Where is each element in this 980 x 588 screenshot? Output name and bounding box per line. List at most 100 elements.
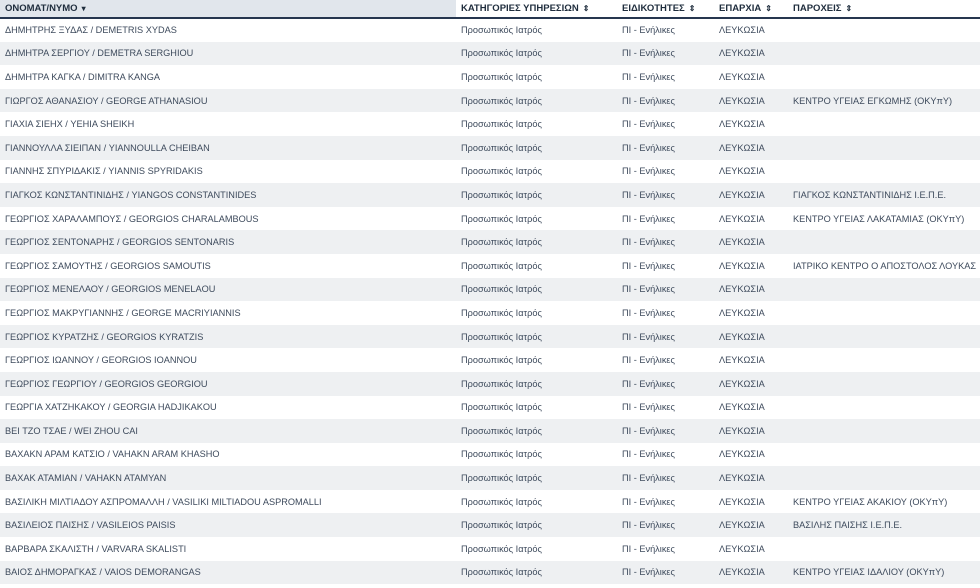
table-row[interactable]: ΒΑΡΒΑΡΑ ΣΚΑΛΙΣΤΗ / VARVARA SKALISTI Προσω… (0, 537, 980, 561)
specialty-cell: ΠΙ - Ενήλικες (622, 48, 675, 59)
district-cell: ΛΕΥΚΩΣΙΑ (719, 142, 765, 153)
service-category-cell: Προσωπικός Ιατρός (461, 142, 542, 153)
column-header-providers[interactable]: ΠΑΡΟΧΕΙΣ ⇕ (788, 0, 980, 19)
doctor-name-cell[interactable]: ΓΙΑΝΝΟΥΛΛΑ ΣΙΕΙΠΑΝ / YIANNOULLA CHEIBAN (0, 136, 456, 160)
district-cell: ΛΕΥΚΩΣΙΑ (719, 449, 765, 460)
doctor-name-cell[interactable]: ΓΕΩΡΓΙΟΣ ΓΕΩΡΓΙΟΥ / GEORGIOS GEORGIOU (0, 372, 456, 396)
table-row[interactable]: ΓΕΩΡΓΙΑ ΧΑΤΖΗΚΑΚΟΥ / GEORGIA HADJIKAKOU Π… (0, 395, 980, 420)
specialty-cell: ΠΙ - Ενήλικες (622, 237, 675, 248)
table-row[interactable]: ΓΕΩΡΓΙΟΣ ΜΑΚΡΥΓΙΑΝΝΗΣ / GEORGE MACRIYIAN… (0, 301, 980, 325)
doctor-name-cell[interactable]: ΒΑΙΟΣ ΔΗΜΟΡΑΓΚΑΣ / VAIOS DEMORANGAS (0, 561, 456, 585)
provider-cell: ΚΕΝΤΡΟ ΥΓΕΙΑΣ ΕΓΚΩΜΗΣ (ΟΚΥπΥ) (793, 95, 953, 106)
table-row[interactable]: ΒΑΧΑΚΝ ΑΡΑΜ ΚΑΤΣΙΟ / VAHAKN ARAM KHASHO Π… (0, 442, 980, 467)
provider-cell (788, 443, 980, 467)
doctor-name-cell[interactable]: ΓΕΩΡΓΙΟΣ ΧΑΡΑΛΑΜΠΟΥΣ / GEORGIOS CHARALAM… (0, 207, 456, 231)
column-header-district[interactable]: ΕΠΑΡΧΙΑ ⇕ (714, 0, 788, 19)
table-row[interactable]: ΒΑΧΑΚ ΑΤΑΜΙΑΝ / VAHAKN ATAMYAN Προσωπικός… (0, 466, 980, 490)
district-cell: ΛΕΥΚΩΣΙΑ (719, 260, 765, 271)
doctor-name-cell[interactable]: ΓΕΩΡΓΙΟΣ ΣΑΜΟΥΤΗΣ / GEORGIOS SAMOUTIS (0, 254, 456, 278)
provider-cell: ΚΕΝΤΡΟ ΥΓΕΙΑΣ ΛΑΚΑΤΑΜΙΑΣ (ΟΚΥπΥ) (793, 213, 965, 224)
doctor-name-cell[interactable]: ΒΑΣΙΛΙΚΗ ΜΙΛΤΙΑΔΟΥ ΑΣΠΡΟΜΑΛΛΗ / VASILIKI… (0, 490, 456, 514)
provider-cell (788, 65, 980, 89)
doctor-name-cell[interactable]: ΓΕΩΡΓΙΟΣ ΜΑΚΡΥΓΙΑΝΝΗΣ / GEORGE MACRIYIAN… (0, 301, 456, 325)
service-category-cell: Προσωπικός Ιατρός (461, 166, 542, 177)
specialty-cell: ΠΙ - Ενήλικες (622, 71, 675, 82)
district-cell: ΛΕΥΚΩΣΙΑ (719, 496, 765, 507)
service-category-cell: Προσωπικός Ιατρός (461, 284, 542, 295)
specialty-cell: ΠΙ - Ενήλικες (622, 119, 675, 130)
table-header-row: ΟΝΟΜΑΤ/ΝΥΜΟ ▾ ΚΑΤΗΓΟΡΙΕΣ ΥΠΗΡΕΣΙΩΝ ⇕ ΕΙΔΙΚ… (0, 0, 980, 19)
service-category-cell: Προσωπικός Ιατρός (461, 71, 542, 82)
doctor-name-cell[interactable]: ΓΙΑΧΙΑ ΣΙΕΗΧ / YEHIA SHEIKH (0, 112, 456, 136)
table-row[interactable]: ΓΕΩΡΓΙΟΣ ΧΑΡΑΛΑΜΠΟΥΣ / GEORGIOS CHARALAM… (0, 206, 980, 231)
service-category-cell: Προσωπικός Ιατρός (461, 25, 542, 36)
doctor-name-cell[interactable]: ΔΗΜΗΤΡΗΣ ΞΥΔΑΣ / DEMETRIS XYDAS (0, 18, 456, 42)
service-category-cell: Προσωπικός Ιατρός (461, 425, 542, 436)
service-category-cell: Προσωπικός Ιατρός (461, 189, 542, 200)
district-cell: ΛΕΥΚΩΣΙΑ (719, 71, 765, 82)
table-row[interactable]: ΒΑΙΟΣ ΔΗΜΟΡΑΓΚΑΣ / VAIOS DEMORANGAS Προσω… (0, 560, 980, 585)
doctor-name-cell[interactable]: ΓΕΩΡΓΙΟΣ ΣΕΝΤΟΝΑΡΗΣ / GEORGIOS SENTONARI… (0, 230, 456, 254)
doctor-name-cell[interactable]: ΓΙΩΡΓΟΣ ΑΘΑΝΑΣΙΟΥ / GEORGE ATHANASIOU (0, 89, 456, 113)
provider-cell (788, 112, 980, 136)
doctor-name-cell[interactable]: ΒΕΙ ΤΖΟ ΤΣΑΕ / WEI ZHOU CAI (0, 419, 456, 443)
doctor-name-cell[interactable]: ΓΙΑΓΚΟΣ ΚΩΝΣΤΑΝΤΙΝΙΔΗΣ / YIANGOS CONSTAN… (0, 183, 456, 207)
table-row[interactable]: ΓΙΑΓΚΟΣ ΚΩΝΣΤΑΝΤΙΝΙΔΗΣ / YIANGOS CONSTAN… (0, 183, 980, 207)
table-row[interactable]: ΔΗΜΗΤΡΗΣ ΞΥΔΑΣ / DEMETRIS XYDAS Προσωπικό… (0, 18, 980, 42)
table-row[interactable]: ΓΕΩΡΓΙΟΣ ΙΩΑΝΝΟΥ / GEORGIOS IOANNOU Προσω… (0, 348, 980, 372)
doctor-name-cell[interactable]: ΓΕΩΡΓΙΟΣ ΙΩΑΝΝΟΥ / GEORGIOS IOANNOU (0, 348, 456, 372)
provider-cell (788, 230, 980, 254)
doctor-name-cell[interactable]: ΒΑΧΑΚΝ ΑΡΑΜ ΚΑΤΣΙΟ / VAHAKN ARAM KHASHO (0, 443, 456, 467)
doctors-table: ΟΝΟΜΑΤ/ΝΥΜΟ ▾ ΚΑΤΗΓΟΡΙΕΣ ΥΠΗΡΕΣΙΩΝ ⇕ ΕΙΔΙΚ… (0, 0, 980, 585)
specialty-cell: ΠΙ - Ενήλικες (622, 95, 675, 106)
table-row[interactable]: ΓΕΩΡΓΙΟΣ ΣΑΜΟΥΤΗΣ / GEORGIOS SAMOUTIS Προ… (0, 253, 980, 278)
table-row[interactable]: ΓΕΩΡΓΙΟΣ ΓΕΩΡΓΙΟΥ / GEORGIOS GEORGIOU Προ… (0, 371, 980, 396)
table-row[interactable]: ΓΙΩΡΓΟΣ ΑΘΑΝΑΣΙΟΥ / GEORGE ATHANASIOU Προ… (0, 88, 980, 113)
provider-cell (788, 396, 980, 420)
specialty-cell: ΠΙ - Ενήλικες (622, 307, 675, 318)
doctor-name-cell[interactable]: ΒΑΣΙΛΕΙΟΣ ΠΑΙΣΗΣ / VASILEIOS PAISIS (0, 513, 456, 537)
specialty-cell: ΠΙ - Ενήλικες (622, 213, 675, 224)
table-row[interactable]: ΒΕΙ ΤΖΟ ΤΣΑΕ / WEI ZHOU CAI Προσωπικός Ια… (0, 419, 980, 443)
specialty-cell: ΠΙ - Ενήλικες (622, 284, 675, 295)
specialty-cell: ΠΙ - Ενήλικες (622, 331, 675, 342)
specialty-cell: ΠΙ - Ενήλικες (622, 520, 675, 531)
doctor-name-cell[interactable]: ΒΑΧΑΚ ΑΤΑΜΙΑΝ / VAHAKN ATAMYAN (0, 466, 456, 490)
doctor-name-cell[interactable]: ΓΕΩΡΓΙΑ ΧΑΤΖΗΚΑΚΟΥ / GEORGIA HADJIKAKOU (0, 396, 456, 420)
column-header-name[interactable]: ΟΝΟΜΑΤ/ΝΥΜΟ ▾ (0, 0, 456, 19)
provider-cell (788, 325, 980, 349)
table-row[interactable]: ΓΙΑΝΝΗΣ ΣΠΥΡΙΔΑΚΙΣ / YIANNIS SPYRIDAKIS Π… (0, 159, 980, 184)
column-header-service-categories[interactable]: ΚΑΤΗΓΟΡΙΕΣ ΥΠΗΡΕΣΙΩΝ ⇕ (456, 0, 617, 19)
table-row[interactable]: ΔΗΜΗΤΡΑ ΚΑΓΚΑ / DIMITRA KANGA Προσωπικός … (0, 65, 980, 89)
district-cell: ΛΕΥΚΩΣΙΑ (719, 331, 765, 342)
doctor-name-cell[interactable]: ΒΑΡΒΑΡΑ ΣΚΑΛΙΣΤΗ / VARVARA SKALISTI (0, 537, 456, 561)
provider-cell (788, 537, 980, 561)
service-category-cell: Προσωπικός Ιατρός (461, 331, 542, 342)
provider-cell (788, 18, 980, 42)
column-header-specialties[interactable]: ΕΙΔΙΚΟΤΗΤΕΣ ⇕ (617, 0, 714, 19)
district-cell: ΛΕΥΚΩΣΙΑ (719, 48, 765, 59)
doctor-name-cell[interactable]: ΔΗΜΗΤΡΑ ΣΕΡΓΙΟΥ / DEMETRA SERGHIOU (0, 42, 456, 66)
table-row[interactable]: ΓΙΑΧΙΑ ΣΙΕΗΧ / YEHIA SHEIKH Προσωπικός Ια… (0, 112, 980, 136)
doctor-name-cell[interactable]: ΓΕΩΡΓΙΟΣ ΚΥΡΑΤΖΗΣ / GEORGIOS KYRATZIS (0, 325, 456, 349)
doctor-name-cell[interactable]: ΓΕΩΡΓΙΟΣ ΜΕΝΕΛΑΟΥ / GEORGIOS MENELAOU (0, 278, 456, 302)
service-category-cell: Προσωπικός Ιατρός (461, 378, 542, 389)
table-row[interactable]: ΓΕΩΡΓΙΟΣ ΚΥΡΑΤΖΗΣ / GEORGIOS KYRATZIS Προ… (0, 324, 980, 349)
table-row[interactable]: ΒΑΣΙΛΙΚΗ ΜΙΛΤΙΑΔΟΥ ΑΣΠΡΟΜΑΛΛΗ / VASILIKI… (0, 489, 980, 514)
service-category-cell: Προσωπικός Ιατρός (461, 213, 542, 224)
table-row[interactable]: ΓΙΑΝΝΟΥΛΛΑ ΣΙΕΙΠΑΝ / YIANNOULLA CHEIBAN Π… (0, 135, 980, 160)
provider-cell (788, 466, 980, 490)
specialty-cell: ΠΙ - Ενήλικες (622, 567, 675, 578)
doctor-name-cell[interactable]: ΓΙΑΝΝΗΣ ΣΠΥΡΙΔΑΚΙΣ / YIANNIS SPYRIDAKIS (0, 160, 456, 184)
table-row[interactable]: ΓΕΩΡΓΙΟΣ ΜΕΝΕΛΑΟΥ / GEORGIOS MENELAOU Προ… (0, 277, 980, 302)
table-row[interactable]: ΔΗΜΗΤΡΑ ΣΕΡΓΙΟΥ / DEMETRA SERGHIOU Προσωπ… (0, 41, 980, 66)
doctor-name-cell[interactable]: ΔΗΜΗΤΡΑ ΚΑΓΚΑ / DIMITRA KANGA (0, 65, 456, 89)
specialty-cell: ΠΙ - Ενήλικες (622, 449, 675, 460)
district-cell: ΛΕΥΚΩΣΙΑ (719, 284, 765, 295)
table-row[interactable]: ΓΕΩΡΓΙΟΣ ΣΕΝΤΟΝΑΡΗΣ / GEORGIOS SENTONARI… (0, 230, 980, 254)
table-body: ΔΗΜΗΤΡΗΣ ΞΥΔΑΣ / DEMETRIS XYDAS Προσωπικό… (0, 18, 980, 585)
district-cell: ΛΕΥΚΩΣΙΑ (719, 95, 765, 106)
provider-cell (788, 160, 980, 184)
table-row[interactable]: ΒΑΣΙΛΕΙΟΣ ΠΑΙΣΗΣ / VASILEIOS PAISIS Προσω… (0, 513, 980, 538)
service-category-cell: Προσωπικός Ιατρός (461, 48, 542, 59)
